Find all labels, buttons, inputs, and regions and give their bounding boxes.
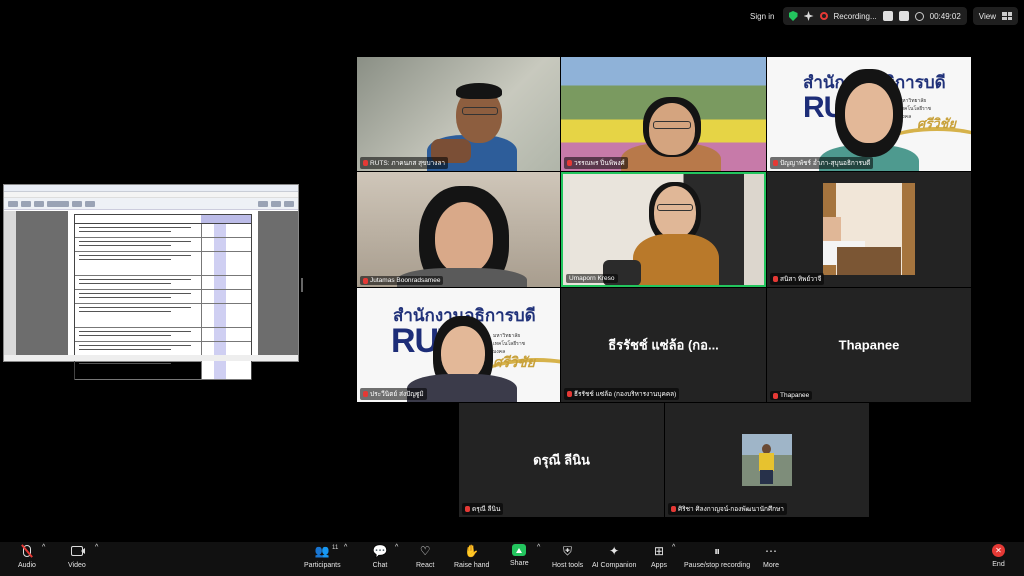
shared-document-area — [4, 211, 298, 380]
stop-recording-button[interactable] — [898, 11, 909, 21]
view-button[interactable]: View — [972, 7, 1018, 25]
shared-document-sidebar — [4, 211, 16, 355]
more-ellipsis-icon: ⋯ — [765, 544, 777, 558]
mic-muted-icon — [671, 506, 676, 512]
participant-name-label: Umaporn Kreso — [566, 274, 618, 283]
host-tools-button[interactable]: ⛨ Host tools — [552, 544, 583, 569]
video-tile-participant-7[interactable]: สำนักงานอธิการบดี RUTS มหาวิทยาลัยเทคโนโ… — [357, 288, 560, 402]
recording-label: Recording... — [833, 11, 877, 21]
participant-name-label: ศิริชา ศิลงกาญจน์-กองพัฒนานักศึกษา — [668, 503, 787, 515]
meeting-timer: 00:49:02 — [929, 11, 961, 21]
mic-muted-icon — [567, 160, 572, 166]
end-call-icon — [992, 544, 1005, 557]
meeting-controls-toolbar: Audio ^ Video ^ 👥 11 Participants ^ 💬 Cha… — [0, 542, 1024, 576]
share-screen-icon — [512, 544, 527, 556]
recording-dot-icon — [819, 12, 828, 20]
chat-options-caret[interactable]: ^ — [395, 544, 398, 551]
audio-options-caret[interactable]: ^ — [42, 544, 45, 551]
mic-muted-icon — [363, 277, 368, 284]
clock-icon — [914, 11, 924, 21]
ai-sparkle-icon: ✦ — [609, 544, 620, 558]
participant-name-label: Thapanee — [770, 391, 813, 400]
recording-status: Recording... 00:49:02 — [782, 7, 967, 25]
ai-companion-button[interactable]: ✦ AI Companion — [592, 544, 636, 569]
chat-button[interactable]: 💬 Chat — [372, 544, 388, 569]
audio-button[interactable]: Audio — [18, 544, 36, 569]
video-camera-icon — [69, 544, 85, 558]
video-tile-participant-8[interactable]: ธีรรัชช์ แซ่ล้อ (กอ... ธีรรัชช์ แซ่ล้อ (… — [561, 288, 766, 402]
raise-hand-icon: ✋ — [464, 544, 480, 558]
video-tile-participant-1[interactable]: RUTS: ภาคนภส สุขบางลา — [357, 57, 560, 171]
mic-muted-icon — [363, 160, 368, 166]
participants-icon: 👥 11 — [314, 544, 339, 558]
pause-stop-recording-button[interactable]: ⏸ Pause/stop recording — [684, 544, 750, 569]
react-button[interactable]: ♡ React — [416, 544, 434, 569]
top-bar: Sign in Recording... 00:49:02 View — [750, 6, 1024, 26]
video-tile-participant-4[interactable]: Jutamas Boonradsamee — [357, 172, 560, 287]
view-grid-icon — [1002, 12, 1012, 20]
mic-muted-icon — [773, 392, 778, 399]
participant-display-name: Thapanee — [838, 337, 900, 353]
shared-window-titlebar — [4, 185, 298, 192]
sign-in-link[interactable]: Sign in — [750, 12, 774, 21]
mic-muted-icon — [567, 391, 572, 397]
video-tile-participant-3[interactable]: สำนักงานอธิการบดี RUTS มหาวิทยาลัยเทคโนโ… — [767, 57, 971, 171]
end-meeting-button[interactable]: End — [992, 544, 1005, 568]
video-tile-participant-11[interactable]: ศิริชา ศิลงกาญจน์-กองพัฒนานักศึกษา — [665, 403, 869, 517]
mic-muted-icon — [773, 160, 778, 166]
participant-name-label: สนิสา ทิพย์วาจี — [770, 273, 825, 285]
video-tile-participant-2[interactable]: วรรณพร ปิ่นพิพงศ์ — [561, 57, 766, 171]
participant-name-label: ปัญญาพัชร์ อ่ำภา-สุบุนอธิการบดี — [770, 157, 874, 169]
apps-button[interactable]: ⊞ Apps — [651, 544, 667, 569]
participant-name-label: วรรณพร ปิ่นพิพงศ์ — [564, 157, 628, 169]
participant-display-name: ธีรรัชช์ แซ่ล้อ (กอ... — [608, 337, 719, 353]
participant-name-label: ธีรรัชช์ แซ่ล้อ (กองบริหารงานบุคคล) — [564, 388, 680, 400]
more-button[interactable]: ⋯ More — [763, 544, 779, 569]
microphone-muted-icon — [19, 544, 35, 558]
apps-grid-icon: ⊞ — [653, 544, 665, 558]
participant-video — [823, 183, 915, 275]
mic-muted-icon — [773, 276, 778, 282]
video-tile-participant-5-active-speaker[interactable]: Umaporn Kreso — [561, 172, 766, 287]
chat-bubble-icon: 💬 — [372, 544, 388, 558]
apps-options-caret[interactable]: ^ — [672, 544, 675, 551]
heart-icon: ♡ — [419, 544, 431, 558]
participants-options-caret[interactable]: ^ — [344, 544, 347, 551]
pause-stop-icon: ⏸ — [714, 544, 721, 558]
participant-name-label: Jutamas Boonradsamee — [360, 276, 444, 285]
participant-name-label: RUTS: ภาคนภส สุขบางลา — [360, 157, 449, 169]
mic-muted-icon — [465, 506, 470, 512]
video-tile-participant-10[interactable]: ดรุณี ลีนิน ดรุณี ลีนิน — [459, 403, 664, 517]
ai-companion-sparkle-icon[interactable] — [803, 11, 814, 21]
video-button[interactable]: Video — [68, 544, 86, 569]
shared-document-page — [68, 211, 258, 380]
participant-name-label: ดรุณี ลีนิน — [462, 503, 504, 515]
raise-hand-button[interactable]: ✋ Raise hand — [454, 544, 489, 569]
view-label: View — [978, 11, 996, 21]
host-shield-icon: ⛨ — [563, 544, 573, 558]
participants-button[interactable]: 👥 11 Participants — [304, 544, 341, 569]
splitter-handle[interactable] — [301, 278, 303, 292]
share-screen-button[interactable]: Share — [510, 544, 529, 567]
video-tile-participant-6[interactable]: สนิสา ทิพย์วาจี — [767, 172, 971, 287]
video-tile-participant-9[interactable]: Thapanee Thapanee — [767, 288, 971, 402]
shared-screen-thumbnail[interactable] — [3, 184, 299, 380]
shared-window-statusbar — [4, 355, 298, 361]
participant-name-label: ประวีนิตย์ ส่งปัญฐูมิ — [360, 388, 427, 400]
shared-window-toolbar — [4, 198, 298, 210]
security-shield-icon[interactable] — [788, 11, 798, 21]
video-options-caret[interactable]: ^ — [95, 544, 98, 551]
participant-display-name: ดรุณี ลีนิน — [533, 452, 590, 468]
participant-avatar-photo — [742, 434, 792, 486]
pause-recording-button[interactable] — [882, 11, 893, 21]
share-options-caret[interactable]: ^ — [537, 544, 540, 551]
mic-muted-icon — [363, 391, 368, 397]
